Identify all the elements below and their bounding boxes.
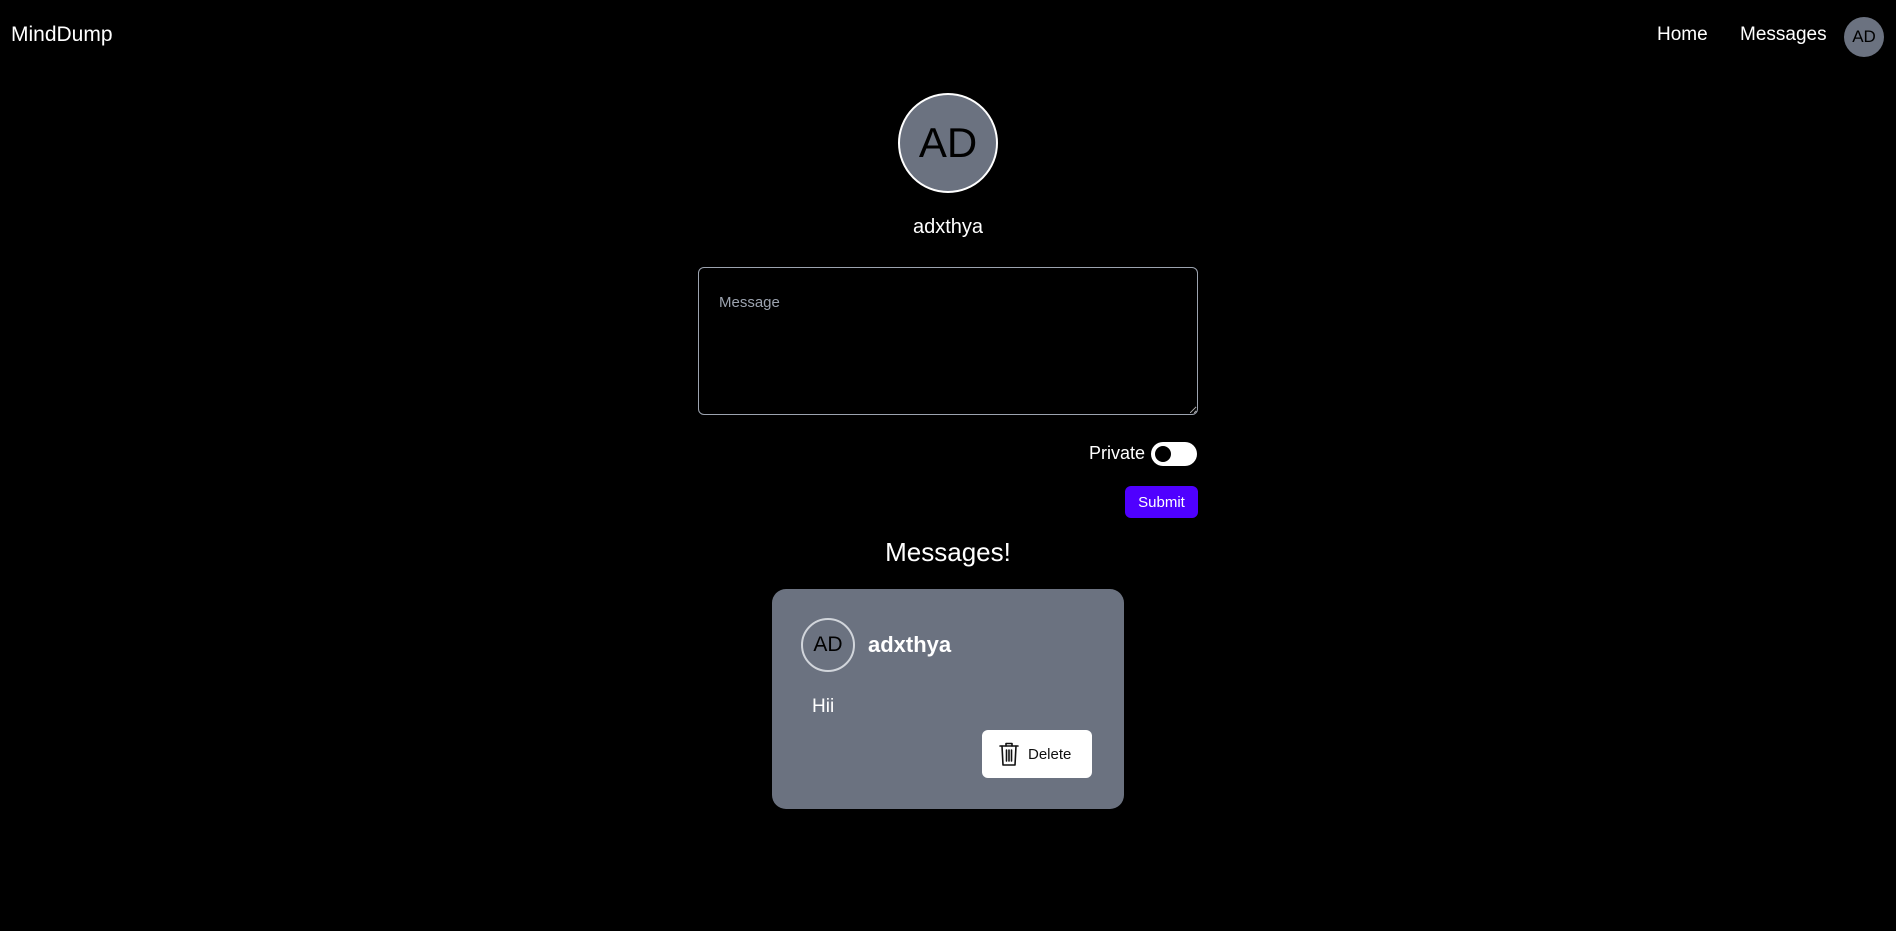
delete-button[interactable]: Delete <box>982 730 1092 778</box>
messages-heading: Messages! <box>885 537 1011 567</box>
message-card: AD adxthya Hii Delete <box>772 589 1124 809</box>
nav-avatar[interactable]: AD <box>1844 17 1884 57</box>
message-body: Hii <box>812 696 835 717</box>
private-label: Private <box>1089 443 1146 463</box>
profile-avatar: AD <box>898 93 998 193</box>
navbar: MindDump Home Messages AD <box>0 0 1896 74</box>
trash-icon <box>998 741 1020 767</box>
message-author-avatar: AD <box>801 618 855 672</box>
submit-button[interactable]: Submit <box>1125 486 1198 518</box>
toggle-knob <box>1153 444 1173 464</box>
nav-link-messages[interactable]: Messages <box>1740 24 1827 46</box>
private-toggle[interactable] <box>1151 442 1197 466</box>
message-input[interactable] <box>698 267 1198 415</box>
nav-link-home[interactable]: Home <box>1657 24 1708 46</box>
brand-logo[interactable]: MindDump <box>11 23 113 47</box>
message-author-name: adxthya <box>868 632 952 657</box>
delete-label: Delete <box>1028 745 1072 763</box>
profile-username: adxthya <box>912 216 984 238</box>
